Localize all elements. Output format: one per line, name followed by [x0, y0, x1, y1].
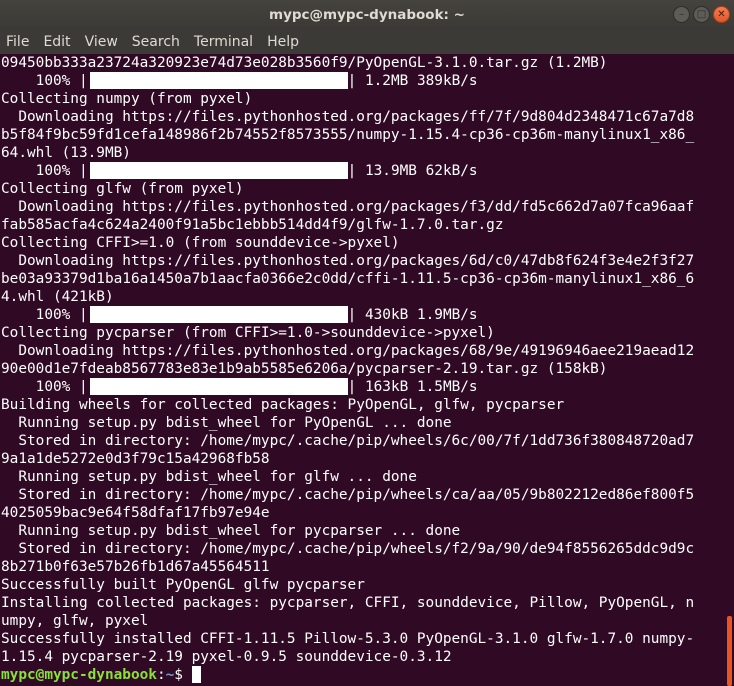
window-title: mypc@mypc-dynabook: ~	[269, 7, 465, 23]
progress-bar-start: |	[70, 307, 88, 323]
output-line: be03a93379d1ba16a1450a7b1aacfa0366e2c0dd…	[1, 271, 695, 287]
progress-bar-end: |	[347, 307, 365, 323]
progress-stats: 430kB 1.9MB/s	[364, 307, 478, 323]
output-line: Stored in directory: /home/mypc/.cache/p…	[1, 487, 695, 503]
menu-terminal[interactable]: Terminal	[187, 30, 260, 54]
output-line: fab585acfa4c624a2400f91a5bc1ebbb514dd4f9…	[1, 217, 504, 233]
output-line: Downloading https://files.pythonhosted.o…	[1, 343, 695, 359]
output-line: Collecting pycparser (from CFFI>=1.0->so…	[1, 325, 495, 341]
prompt-path: ~	[165, 667, 175, 683]
progress-percent: 100%	[35, 379, 71, 395]
output-line: Successfully built PyOpenGL glfw pycpars…	[1, 577, 365, 593]
output-line: 9a1a1de5272e0d3f79c15a42968fb58	[1, 451, 270, 467]
output-line: 4.whl (421kB)	[1, 289, 114, 305]
progress-stats: 163kB 1.5MB/s	[364, 379, 478, 395]
menu-file[interactable]: File	[0, 30, 36, 54]
progress-bar-start: |	[70, 73, 88, 89]
progress-percent: 100%	[35, 307, 71, 323]
progress-percent: 100%	[35, 163, 71, 179]
progress-bar	[89, 306, 348, 323]
output-line: Running setup.py bdist_wheel for PyOpenG…	[1, 415, 452, 431]
prompt-user-host: mypc@mypc-dynabook	[1, 667, 157, 683]
menu-search[interactable]: Search	[125, 30, 187, 54]
scrollbar-thumb[interactable]	[727, 616, 732, 686]
minimize-button[interactable]: –	[673, 6, 690, 23]
terminal-output[interactable]: 09450bb333a23724a320923e74d73e028b3560f9…	[1, 54, 719, 686]
progress-line: 100% | | 13.9MB 62kB/s	[1, 162, 719, 180]
output-line: 90e00d1e7fdeab8567783e83e1b9ab5585e6206a…	[1, 361, 608, 377]
scrollbar-track[interactable]	[720, 54, 734, 686]
progress-indent	[1, 163, 36, 179]
output-line: Downloading https://files.pythonhosted.o…	[1, 109, 695, 125]
progress-bar-end: |	[347, 163, 365, 179]
menu-edit[interactable]: Edit	[36, 30, 77, 54]
output-line: Running setup.py bdist_wheel for pycpars…	[1, 523, 461, 539]
menu-help[interactable]: Help	[260, 30, 306, 54]
progress-line: 100% | | 1.2MB 389kB/s	[1, 72, 719, 90]
progress-bar-start: |	[70, 379, 88, 395]
close-icon: ✕	[717, 8, 726, 20]
output-line: 64.whl (13.9MB)	[1, 145, 131, 161]
prompt-line[interactable]: mypc@mypc-dynabook:~$	[1, 666, 719, 684]
output-line: Downloading https://files.pythonhosted.o…	[1, 253, 695, 269]
output-line: Building wheels for collected packages: …	[1, 397, 565, 413]
progress-stats: 13.9MB 62kB/s	[364, 163, 478, 179]
progress-bar	[89, 162, 348, 179]
progress-line: 100% | | 163kB 1.5MB/s	[1, 378, 719, 396]
progress-bar	[89, 72, 348, 89]
prompt-symbol: $	[174, 667, 192, 683]
minimize-icon: –	[679, 8, 684, 20]
output-line: 4025059bac9e64f58dfaf17fb97e94e	[1, 505, 270, 521]
output-line: Successfully installed CFFI-1.11.5 Pillo…	[1, 631, 695, 647]
progress-bar	[89, 378, 348, 395]
output-line: Collecting numpy (from pyxel)	[1, 91, 253, 107]
text-cursor	[191, 666, 201, 683]
progress-bar-end: |	[347, 379, 365, 395]
progress-bar-start: |	[70, 163, 88, 179]
prompt-separator: :	[156, 667, 166, 683]
output-line: Downloading https://files.pythonhosted.o…	[1, 199, 695, 215]
output-line: Installing collected packages: pycparser…	[1, 595, 695, 611]
progress-line: 100% | | 430kB 1.9MB/s	[1, 306, 719, 324]
progress-indent	[1, 307, 36, 323]
progress-indent	[1, 73, 36, 89]
output-line: Stored in directory: /home/mypc/.cache/p…	[1, 433, 695, 449]
maximize-icon: □	[696, 8, 707, 20]
output-line: Running setup.py bdist_wheel for glfw ..…	[1, 469, 417, 485]
title-bar[interactable]: mypc@mypc-dynabook: ~ – □ ✕	[0, 0, 734, 30]
progress-stats: 1.2MB 389kB/s	[364, 73, 478, 89]
output-line: 09450bb333a23724a320923e74d73e028b3560f9…	[1, 55, 608, 71]
close-button[interactable]: ✕	[713, 6, 730, 23]
progress-percent: 100%	[35, 73, 71, 89]
progress-indent	[1, 379, 36, 395]
window-controls: – □ ✕	[673, 6, 730, 23]
maximize-button[interactable]: □	[693, 6, 710, 23]
progress-bar-end: |	[347, 73, 365, 89]
menu-bar: File Edit View Search Terminal Help	[0, 30, 734, 54]
output-line: 1.15.4 pycparser-2.19 pyxel-0.9.5 soundd…	[1, 649, 452, 665]
output-line: umpy, glfw, pyxel	[1, 613, 149, 629]
menu-view[interactable]: View	[78, 30, 125, 54]
output-line: Collecting glfw (from pyxel)	[1, 181, 244, 197]
terminal-window: mypc@mypc-dynabook: ~ – □ ✕ File Edit Vi…	[0, 0, 734, 686]
output-line: Collecting CFFI>=1.0 (from sounddevice->…	[1, 235, 400, 251]
output-line: b5f84f9bc59fd1cefa148986f2b74552f8573555…	[1, 127, 695, 143]
output-line: Stored in directory: /home/mypc/.cache/p…	[1, 541, 695, 557]
output-line: 8b271b0f63e57b26fb1d67a45564511	[1, 559, 270, 575]
